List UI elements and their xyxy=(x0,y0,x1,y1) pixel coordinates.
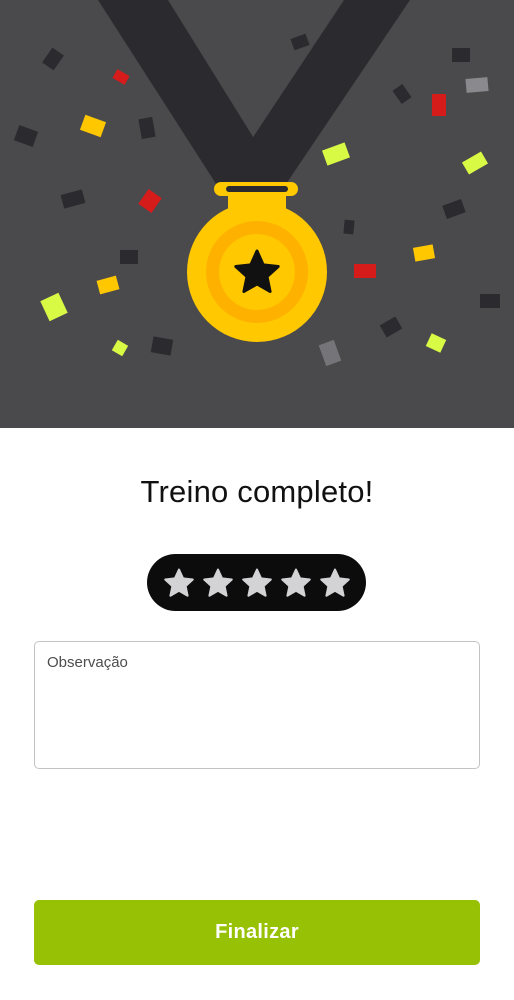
page-title: Treino completo! xyxy=(140,474,374,509)
rating-star-2[interactable] xyxy=(201,566,235,600)
rating-star-3[interactable] xyxy=(240,566,274,600)
medal xyxy=(187,202,327,342)
star-icon xyxy=(280,568,311,597)
medal-illustration xyxy=(13,0,500,367)
celebration-hero xyxy=(0,0,514,428)
rating-star-5[interactable] xyxy=(318,566,352,600)
rating-star-1[interactable] xyxy=(162,566,196,600)
rating-stars xyxy=(147,554,366,611)
finish-button[interactable]: Finalizar xyxy=(34,900,480,965)
observation-field[interactable]: Observação xyxy=(34,641,480,769)
star-icon xyxy=(241,568,272,597)
ribbon xyxy=(98,0,410,190)
star-icon xyxy=(202,568,233,597)
star-icon xyxy=(163,568,194,597)
rating-star-4[interactable] xyxy=(279,566,313,600)
observation-input[interactable] xyxy=(35,642,479,768)
star-icon xyxy=(319,568,350,597)
